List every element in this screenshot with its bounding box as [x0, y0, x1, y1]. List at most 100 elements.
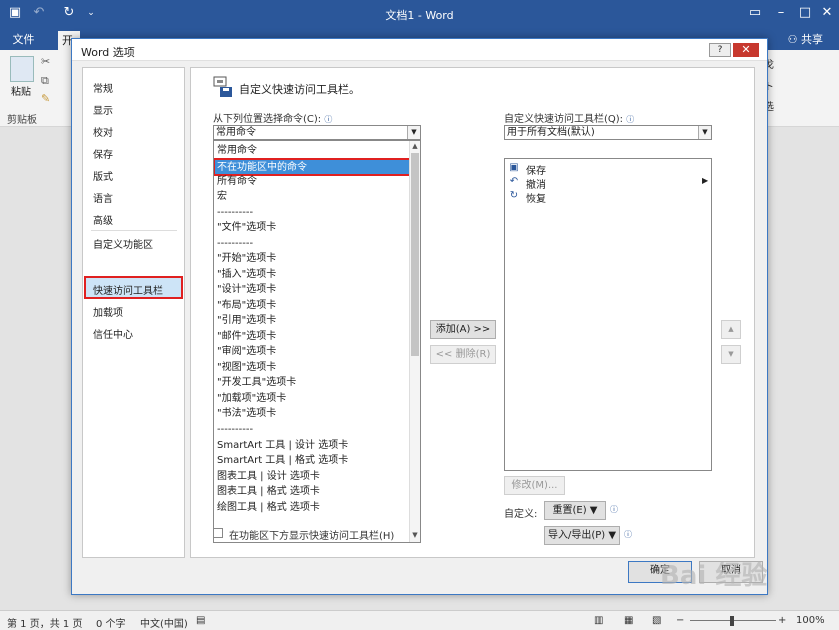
list-item[interactable]: "开发工具"选项卡: [217, 375, 296, 390]
nav-item-customize-ribbon[interactable]: 自定义功能区: [93, 236, 153, 251]
show-below-ribbon-label: 在功能区下方显示快速访问工具栏(H): [229, 531, 395, 542]
list-item[interactable]: SmartArt 工具 | 设计 选项卡: [217, 438, 348, 453]
list-item[interactable]: SmartArt 工具 | 格式 选项卡: [217, 453, 348, 468]
zoom-level[interactable]: 100%: [796, 615, 825, 626]
undo-icon: ↶: [509, 176, 519, 187]
cut-icon[interactable]: ✂: [41, 55, 50, 68]
list-item: ----------: [217, 207, 254, 218]
list-item[interactable]: 所有命令: [217, 174, 257, 189]
print-layout-icon[interactable]: ▦: [624, 615, 633, 626]
dialog-title-bar: Word 选项 ? ✕: [72, 39, 767, 61]
choose-commands-label: 从下列位置选择命令(C): ⓘ: [213, 110, 332, 125]
user-icon: ⚇: [787, 33, 798, 46]
reset-button[interactable]: 重置(E) ▼: [544, 501, 606, 520]
list-scrollbar[interactable]: ▲ ▼: [409, 141, 420, 542]
commands-dropdown-list[interactable]: 常用命令 不在功能区中的命令 所有命令 宏 ---------- "文件"选项卡…: [213, 140, 421, 543]
zoom-out-icon[interactable]: −: [676, 615, 684, 626]
nav-item-save[interactable]: 保存: [93, 146, 113, 161]
qat-scope-value: 用于所有文档(默认): [507, 127, 595, 138]
help-button[interactable]: ?: [709, 43, 731, 57]
chevron-down-icon[interactable]: ▼: [407, 126, 420, 139]
chevron-down-icon[interactable]: ▼: [698, 126, 711, 139]
paste-icon[interactable]: [10, 56, 34, 82]
list-item[interactable]: "布局"选项卡: [217, 298, 276, 313]
choose-commands-select[interactable]: 常用命令 ▼: [213, 125, 421, 140]
scroll-up-icon[interactable]: ▲: [410, 141, 420, 151]
move-up-button[interactable]: ▲: [721, 320, 741, 339]
read-mode-icon[interactable]: ▥: [594, 615, 603, 626]
choose-commands-text: 从下列位置选择命令(C):: [213, 114, 322, 125]
submenu-arrow-icon: ▶: [702, 176, 709, 185]
qat-scope-text: 自定义快速访问工具栏(Q):: [504, 114, 624, 125]
nav-item-addins[interactable]: 加载项: [93, 304, 123, 319]
close-window-icon[interactable]: ✕: [818, 4, 836, 22]
nav-item-quick-access-toolbar[interactable]: 快速访问工具栏: [93, 282, 163, 297]
list-item[interactable]: "设计"选项卡: [217, 282, 276, 297]
list-item[interactable]: "引用"选项卡: [217, 313, 276, 328]
add-button[interactable]: 添加(A) >>: [430, 320, 496, 339]
clipboard-group-label: 剪贴板: [7, 115, 37, 126]
list-item[interactable]: 图表工具 | 设计 选项卡: [217, 469, 320, 484]
web-layout-icon[interactable]: ▧: [652, 615, 661, 626]
minimize-icon[interactable]: –: [772, 4, 790, 22]
zoom-slider-thumb[interactable]: [730, 616, 734, 626]
page-count[interactable]: 第 1 页，共 1 页: [7, 615, 82, 630]
nav-item-proofing[interactable]: 校对: [93, 124, 113, 139]
qat-item-redo[interactable]: 恢复: [526, 190, 546, 205]
info-icon: ⓘ: [610, 505, 618, 514]
move-down-button[interactable]: ▼: [721, 345, 741, 364]
list-item[interactable]: 宏: [217, 189, 227, 204]
nav-item-layout[interactable]: 版式: [93, 168, 113, 183]
redo-icon: ↻: [509, 190, 519, 201]
ribbon-display-icon[interactable]: ▭: [746, 4, 764, 22]
save-icon: ▣: [509, 162, 519, 173]
qat-scope-label: 自定义快速访问工具栏(Q): ⓘ: [504, 110, 634, 125]
nav-item-general[interactable]: 常规: [93, 80, 113, 95]
qat-item-undo[interactable]: 撤消: [526, 176, 546, 191]
list-item[interactable]: 图表工具 | 格式 选项卡: [217, 484, 320, 499]
format-painter-icon[interactable]: ✎: [41, 92, 50, 105]
list-item[interactable]: "邮件"选项卡: [217, 329, 276, 344]
language[interactable]: 中文(中国): [140, 615, 188, 630]
nav-item-trust-center[interactable]: 信任中心: [93, 326, 133, 341]
qat-item-save[interactable]: 保存: [526, 162, 546, 177]
modify-button[interactable]: 修改(M)...: [504, 476, 565, 495]
dialog-close-button[interactable]: ✕: [733, 43, 759, 57]
share-button[interactable]: ⚇ 共享: [788, 29, 823, 50]
qat-scope-select[interactable]: 用于所有文档(默认) ▼: [504, 125, 712, 140]
qat-panel: 自定义快速访问工具栏。 从下列位置选择命令(C): ⓘ 常用命令 ▼ 常用命令 …: [190, 67, 755, 558]
list-item[interactable]: "书法"选项卡: [217, 406, 276, 421]
list-item[interactable]: "视图"选项卡: [217, 360, 276, 375]
options-nav: 常规 显示 校对 保存 版式 语言 高级 自定义功能区 快速访问工具栏 加载项 …: [82, 67, 185, 558]
list-item[interactable]: 常用命令: [217, 143, 257, 158]
info-icon: ⓘ: [624, 530, 632, 539]
nav-item-advanced[interactable]: 高级: [93, 212, 113, 227]
status-bar: 第 1 页，共 1 页 0 个字 中文(中国) ▤ ▥ ▦ ▧ − + 100%: [0, 610, 839, 630]
info-icon: ⓘ: [626, 115, 635, 124]
tab-file[interactable]: 文件: [0, 29, 47, 50]
zoom-in-icon[interactable]: +: [778, 615, 786, 626]
nav-item-display[interactable]: 显示: [93, 102, 113, 117]
copy-icon[interactable]: ⧉: [41, 74, 49, 88]
scroll-down-icon[interactable]: ▼: [410, 530, 420, 540]
show-below-ribbon-checkbox[interactable]: [213, 528, 223, 538]
list-item[interactable]: "插入"选项卡: [217, 267, 276, 282]
paste-label[interactable]: 粘贴: [11, 83, 31, 98]
nav-divider: [91, 230, 177, 231]
window-title: 文档1 - Word: [385, 9, 454, 22]
choose-commands-value: 常用命令: [216, 127, 256, 138]
word-count[interactable]: 0 个字: [96, 615, 126, 630]
import-export-button[interactable]: 导入/导出(P) ▼: [544, 526, 620, 545]
remove-button[interactable]: << 删除(R): [430, 345, 496, 364]
list-item[interactable]: "文件"选项卡: [217, 220, 276, 235]
list-item[interactable]: "加载项"选项卡: [217, 391, 286, 406]
qat-commands-list[interactable]: ▣ 保存 ↶ 撤消 ▶ ↻ 恢复: [504, 158, 712, 471]
list-item[interactable]: 绘图工具 | 格式 选项卡: [217, 500, 320, 515]
list-item: ----------: [217, 238, 254, 249]
scroll-thumb[interactable]: [411, 153, 419, 356]
maximize-icon[interactable]: □: [796, 4, 814, 22]
nav-item-language[interactable]: 语言: [93, 190, 113, 205]
list-item[interactable]: "开始"选项卡: [217, 251, 276, 266]
list-item[interactable]: "审阅"选项卡: [217, 344, 276, 359]
proofing-icon[interactable]: ▤: [196, 615, 205, 626]
